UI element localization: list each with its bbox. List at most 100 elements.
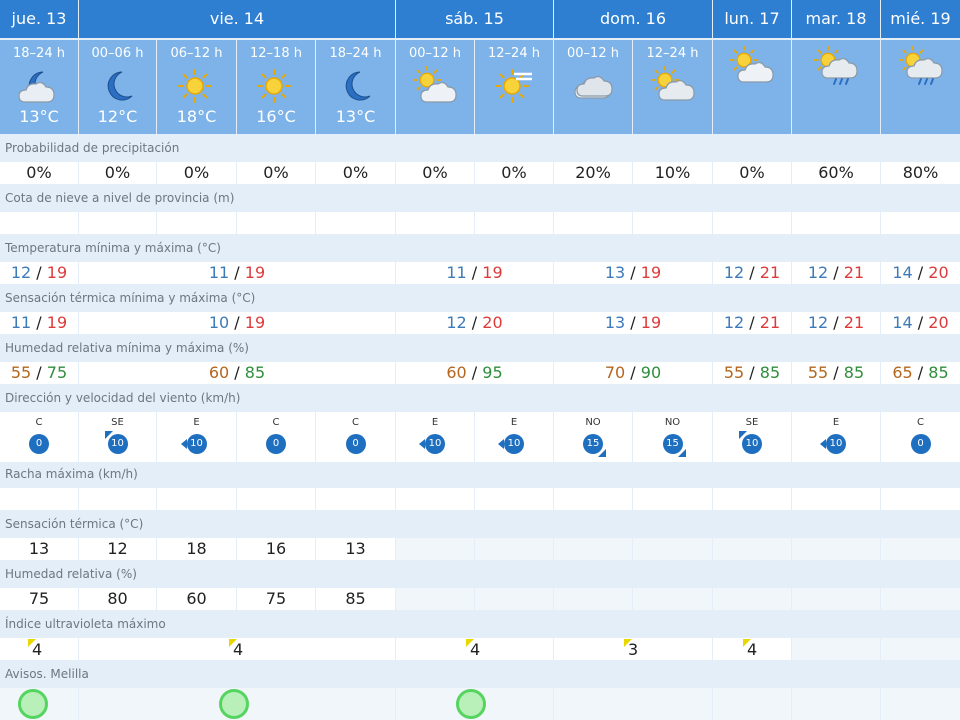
moon-icon [96, 66, 140, 106]
precip-cell: 0% [713, 162, 791, 184]
period-temp: 12°C [97, 107, 138, 126]
hum-separator: / [744, 363, 760, 382]
snow-cell [633, 212, 712, 234]
wind-direction: E [193, 417, 200, 428]
wind-direction: NO [585, 417, 601, 428]
hum-max-value: 95 [482, 363, 503, 382]
caption-wind: Dirección y velocidad del viento (km/h) [0, 386, 960, 411]
temp-separator: / [625, 263, 641, 282]
caption-feel: Sensación térmica mínima y máxima (°C) [0, 286, 960, 311]
uv-cell [881, 638, 960, 660]
wind-badge: 0 [29, 434, 49, 454]
wind-cell: E 10 [396, 412, 474, 462]
temp-cell: 11 / 19 [79, 262, 395, 284]
feelp-cell: 16 [237, 538, 315, 560]
feel-separator: / [229, 313, 245, 332]
temp-min-value: 12 [807, 263, 829, 282]
feel-min-value: 12 [446, 313, 467, 332]
precip-cell: 60% [792, 162, 880, 184]
period-header-3: 12–18 h 16°C [237, 40, 315, 134]
feel-separator: / [912, 313, 929, 332]
wind-direction: SE [745, 417, 759, 428]
period-label: 00–06 h [91, 46, 144, 61]
alert-cell [396, 688, 553, 720]
feel-separator: / [744, 313, 760, 332]
feel-min-value: 14 [892, 313, 913, 332]
period-temp: 16°C [256, 107, 296, 126]
hump-cell: 60 [157, 588, 236, 610]
feel-cell: 12 / 20 [396, 312, 553, 334]
hump-cell: 85 [316, 588, 395, 610]
period-label: 18–24 h [329, 46, 382, 61]
alert-level-icon[interactable] [456, 689, 486, 719]
snow-cell [792, 212, 880, 234]
feel-max-value: 19 [244, 313, 266, 332]
caption-alerts: Avisos. Melilla [0, 662, 960, 687]
alert-cell [79, 688, 395, 720]
snow-cell [79, 212, 156, 234]
feel-cell: 12 / 21 [792, 312, 880, 334]
wind-speed: 0 [910, 434, 931, 454]
feel-max-value: 19 [46, 313, 68, 332]
gust-cell [0, 488, 78, 510]
sun-haze-icon [492, 66, 536, 106]
hum-min-value: 60 [446, 363, 467, 382]
temp-max-value: 19 [640, 263, 662, 282]
hum-min-value: 65 [892, 363, 913, 382]
temp-cell: 11 / 19 [396, 262, 553, 284]
day-header-5: mar. 18 [792, 0, 880, 38]
sun-icon [175, 66, 219, 106]
temp-cell: 12 / 21 [713, 262, 791, 284]
feel-cell: 13 / 19 [554, 312, 712, 334]
feel-max-value: 19 [640, 313, 662, 332]
feel-min-value: 12 [723, 313, 745, 332]
gust-cell [554, 488, 632, 510]
hum-separator: / [31, 363, 47, 382]
hump-cell: 75 [237, 588, 315, 610]
temp-cell: 14 / 20 [881, 262, 960, 284]
precip-cell: 0% [396, 162, 474, 184]
alert-cell [881, 688, 960, 720]
hump-cell [475, 588, 553, 610]
period-label: 00–12 h [567, 46, 619, 61]
caption-uv: Índice ultravioleta máximo [0, 612, 960, 637]
wind-badge: 15 [583, 434, 606, 457]
feel-min-value: 12 [807, 313, 829, 332]
wind-direction: C [917, 417, 924, 428]
gust-cell [881, 488, 960, 510]
hum-min-value: 70 [604, 363, 626, 382]
alert-level-icon[interactable] [219, 689, 249, 719]
temp-max-value: 21 [843, 263, 865, 282]
hum-cell: 60 / 95 [396, 362, 553, 384]
temp-min-value: 12 [10, 263, 32, 282]
hum-min-value: 55 [10, 363, 32, 382]
feelp-cell [475, 538, 553, 560]
temp-separator: / [229, 263, 245, 282]
hump-cell [792, 588, 880, 610]
gust-cell [396, 488, 474, 510]
hum-cell: 55 / 85 [713, 362, 791, 384]
snow-cell [157, 212, 236, 234]
temp-min-value: 12 [723, 263, 745, 282]
wind-speed: 0 [266, 434, 286, 454]
wind-direction: E [832, 417, 840, 428]
hum-max-value: 85 [244, 363, 266, 382]
feelp-cell: 12 [79, 538, 156, 560]
uv-value: 4 [747, 640, 758, 659]
gust-cell [633, 488, 712, 510]
uv-value: 4 [32, 640, 43, 659]
period-header-11 [881, 40, 960, 134]
wind-direction: C [352, 417, 359, 428]
alert-level-icon[interactable] [18, 689, 48, 719]
wind-speed: 0 [345, 434, 366, 454]
sun-cloud-icon [729, 45, 774, 86]
hum-max-value: 85 [759, 363, 781, 382]
period-header-7: 00–12 h [554, 40, 632, 134]
period-header-10 [792, 40, 880, 134]
wind-badge: 0 [266, 434, 286, 454]
hum-max-value: 75 [46, 363, 68, 382]
wind-speed: 10 [186, 434, 207, 454]
wind-cell: SE 10 [713, 412, 791, 462]
period-header-6: 12–24 h [475, 40, 553, 134]
wind-cell: E 10 [792, 412, 880, 462]
